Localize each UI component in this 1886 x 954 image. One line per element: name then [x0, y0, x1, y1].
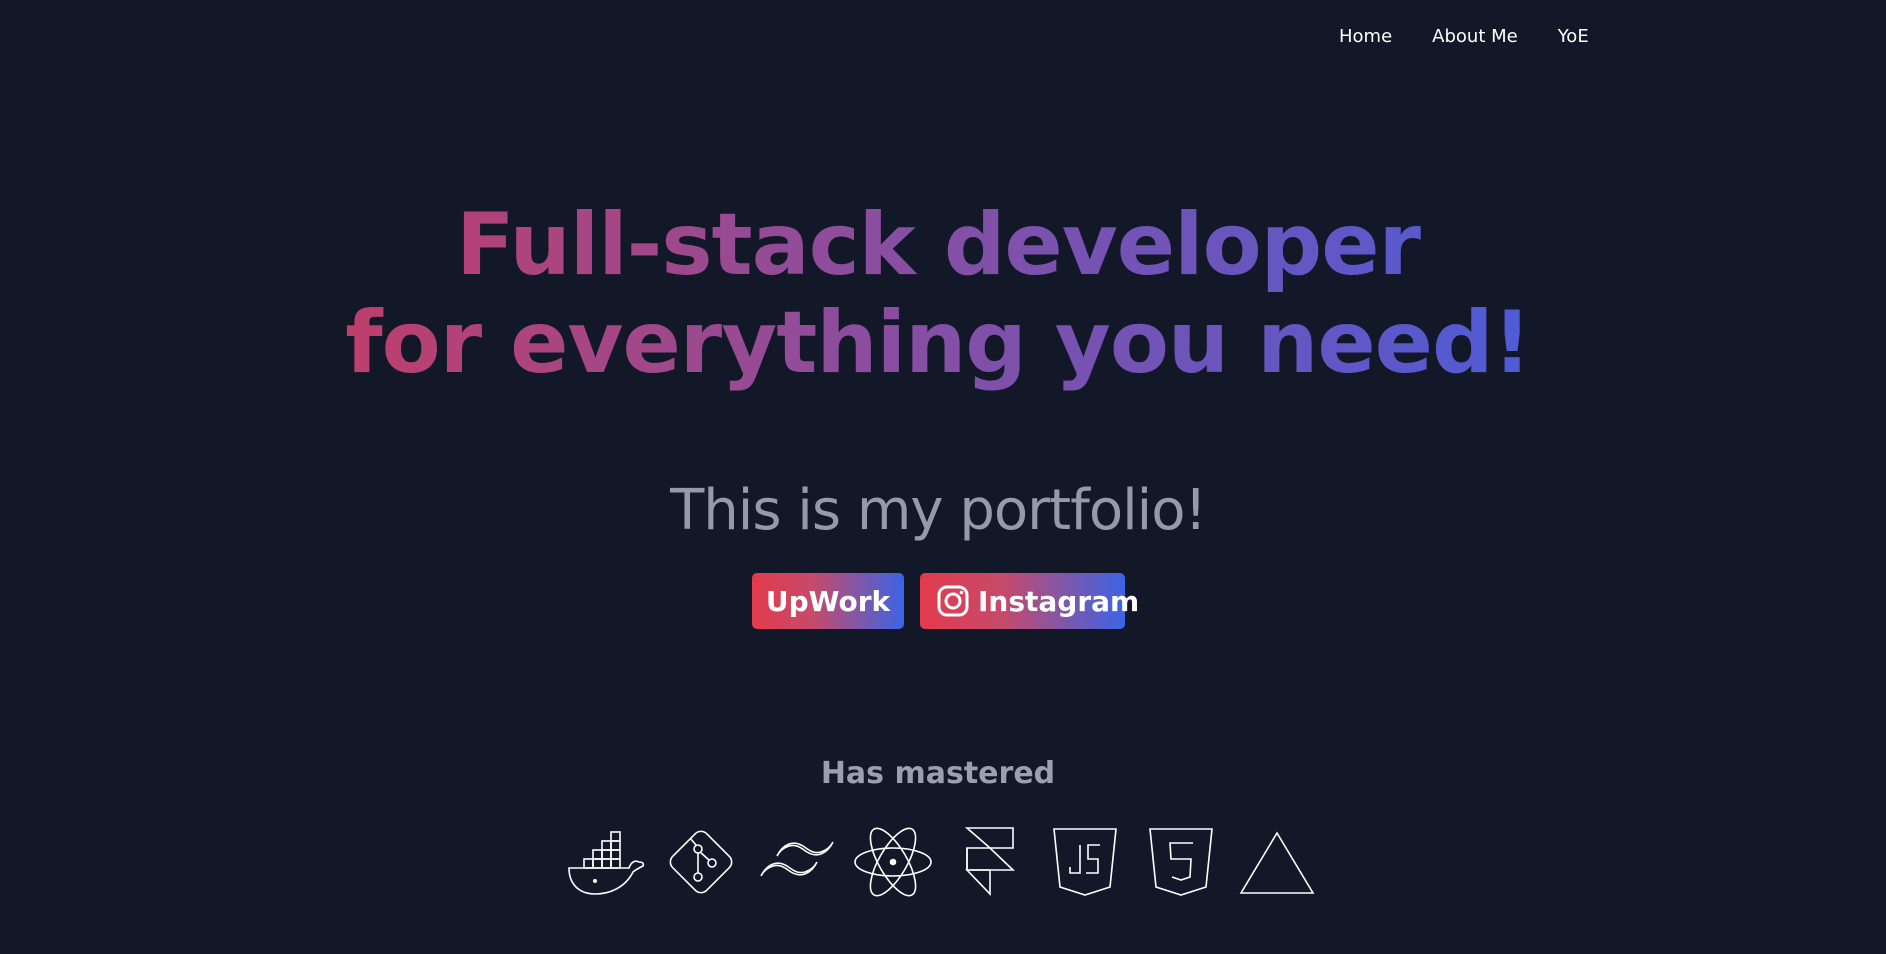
page: Home About Me YoE Full-stack developer f…: [0, 0, 1886, 954]
hero-title: Full-stack developer for everything you …: [345, 196, 1531, 392]
html5-icon: [1139, 822, 1223, 902]
nav-yoe-link[interactable]: YoE: [1558, 26, 1589, 47]
git-icon: [659, 822, 743, 902]
react-icon: [851, 822, 935, 902]
tailwind-icon: [755, 822, 839, 902]
nav-home-link[interactable]: Home: [1339, 26, 1392, 47]
instagram-icon: [936, 584, 970, 618]
instagram-button-label: Instagram: [978, 584, 1140, 618]
vercel-icon: [1235, 822, 1319, 902]
nav-about-me-link[interactable]: About Me: [1432, 26, 1518, 47]
tech-icons-row: [563, 822, 1319, 902]
mastered-heading: Has mastered: [820, 756, 1056, 791]
instagram-button[interactable]: Instagram: [920, 573, 1139, 629]
upwork-button-label: UpWork: [765, 584, 891, 618]
hero-title-line-1: Full-stack developer: [456, 195, 1420, 295]
framer-icon: [947, 822, 1031, 902]
social-buttons: UpWork Instagram: [752, 573, 1139, 629]
javascript-icon: [1043, 822, 1127, 902]
hero: Full-stack developer for everything you …: [0, 196, 1876, 392]
hero-title-line-2: for everything you need!: [345, 293, 1531, 393]
top-nav: Home About Me YoE: [1339, 26, 1589, 47]
hero-subtitle: This is my portfolio!: [670, 478, 1207, 543]
docker-icon: [563, 822, 647, 902]
upwork-button[interactable]: UpWork: [752, 573, 904, 629]
